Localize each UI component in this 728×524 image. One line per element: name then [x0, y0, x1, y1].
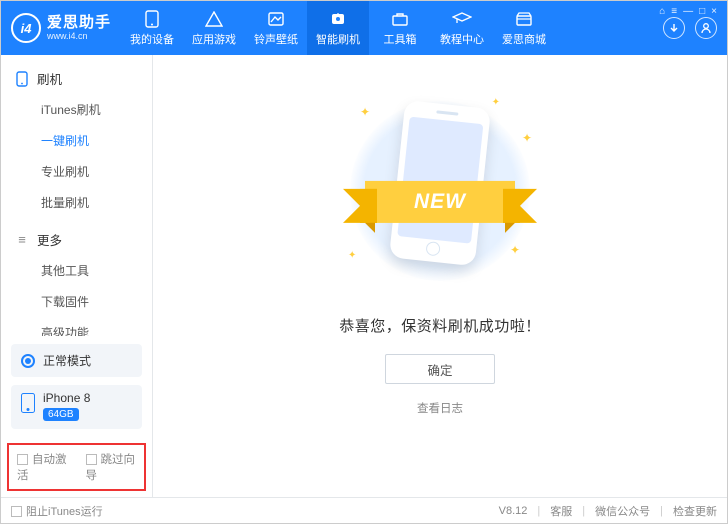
- phone-icon: [15, 72, 29, 86]
- storage-badge: 64GB: [43, 408, 79, 421]
- sidebar-group-more[interactable]: ≡ 更多: [1, 224, 152, 255]
- ribbon-label: NEW: [365, 181, 515, 223]
- wallpaper-icon: [266, 10, 286, 28]
- tab-label: 我的设备: [130, 31, 174, 47]
- max-button[interactable]: □: [699, 6, 705, 17]
- update-link[interactable]: 检查更新: [673, 503, 717, 519]
- device-name: iPhone 8: [43, 391, 90, 405]
- ok-button[interactable]: 确定: [385, 354, 495, 384]
- group-label: 刷机: [37, 69, 62, 88]
- sidebar-item-pro[interactable]: 专业刷机: [1, 156, 152, 187]
- mode-box[interactable]: 正常模式: [11, 344, 142, 377]
- tab-tools[interactable]: 工具箱: [369, 1, 431, 55]
- auto-activate-checkbox[interactable]: 自动激活: [17, 451, 68, 483]
- toolbox-icon: [390, 10, 410, 28]
- success-message: 恭喜您，保资料刷机成功啦！: [339, 315, 541, 336]
- sidebar-item-other[interactable]: 其他工具: [1, 255, 152, 286]
- sidebar-nav: 刷机 iTunes刷机 一键刷机 专业刷机 批量刷机 ≡ 更多 其他工具 下载固…: [1, 55, 152, 336]
- footer-left: 阻止iTunes运行: [11, 503, 103, 519]
- menu-icon[interactable]: ≡: [671, 6, 677, 17]
- tab-wallpaper[interactable]: 铃声壁纸: [245, 1, 307, 55]
- top-tabs: 我的设备 应用游戏 铃声壁纸 智能刷机 工具箱 教程中心: [121, 1, 653, 55]
- brand-text: 爱思助手 www.i4.cn: [47, 14, 111, 42]
- sidebar-item-batch[interactable]: 批量刷机: [1, 187, 152, 218]
- header: i4 爱思助手 www.i4.cn 我的设备 应用游戏 铃声壁纸 智能刷机: [1, 1, 727, 55]
- tab-label: 爱思商城: [502, 31, 546, 47]
- support-link[interactable]: 客服: [550, 503, 572, 519]
- block-itunes-checkbox[interactable]: 阻止iTunes运行: [11, 503, 103, 519]
- device-box[interactable]: iPhone 8 64GB: [11, 385, 142, 429]
- device-icon: [142, 10, 162, 28]
- wechat-link[interactable]: 微信公众号: [595, 503, 650, 519]
- device-phone-icon: [21, 393, 35, 413]
- sidebar-group-flash[interactable]: 刷机: [1, 63, 152, 94]
- main-content: ✦ ✦ ✦ ✦ ✦ NEW 恭喜您，保资料刷机成功啦！ 确定 查看日志: [153, 55, 727, 497]
- tab-tutorial[interactable]: 教程中心: [431, 1, 493, 55]
- tab-apps[interactable]: 应用游戏: [183, 1, 245, 55]
- success-illustration: ✦ ✦ ✦ ✦ ✦ NEW: [330, 91, 550, 291]
- body: 刷机 iTunes刷机 一键刷机 专业刷机 批量刷机 ≡ 更多 其他工具 下载固…: [1, 55, 727, 497]
- sidebar-item-oneclick[interactable]: 一键刷机: [1, 125, 152, 156]
- brand-name: 爱思助手: [47, 14, 111, 31]
- tab-devices[interactable]: 我的设备: [121, 1, 183, 55]
- user-icon[interactable]: [695, 17, 717, 39]
- mall-icon: [514, 10, 534, 28]
- version-label: V8.12: [499, 505, 528, 517]
- group-label: 更多: [37, 230, 62, 249]
- app-window: i4 爱思助手 www.i4.cn 我的设备 应用游戏 铃声壁纸 智能刷机: [0, 0, 728, 524]
- brand-url: www.i4.cn: [47, 31, 111, 41]
- tab-flash[interactable]: 智能刷机: [307, 1, 369, 55]
- min-button[interactable]: —: [683, 6, 693, 17]
- sidebar: 刷机 iTunes刷机 一键刷机 专业刷机 批量刷机 ≡ 更多 其他工具 下载固…: [1, 55, 153, 497]
- tutorial-icon: [452, 10, 472, 28]
- tab-mall[interactable]: 爱思商城: [493, 1, 555, 55]
- tab-label: 智能刷机: [316, 31, 360, 47]
- skip-wizard-checkbox[interactable]: 跳过向导: [86, 451, 137, 483]
- tab-label: 应用游戏: [192, 31, 236, 47]
- download-icon[interactable]: [663, 17, 685, 39]
- tab-label: 工具箱: [384, 31, 417, 47]
- mode-label: 正常模式: [43, 352, 91, 369]
- apps-icon: [204, 10, 224, 28]
- tab-label: 教程中心: [440, 31, 484, 47]
- cart-icon[interactable]: ⌂: [659, 6, 665, 17]
- more-icon: ≡: [15, 233, 29, 247]
- device-text: iPhone 8 64GB: [43, 391, 90, 421]
- close-button[interactable]: ×: [711, 6, 717, 17]
- mode-dot-icon: [21, 354, 35, 368]
- view-log-link[interactable]: 查看日志: [417, 400, 463, 416]
- sidebar-item-firmware[interactable]: 下载固件: [1, 286, 152, 317]
- sidebar-item-itunes[interactable]: iTunes刷机: [1, 94, 152, 125]
- footer: 阻止iTunes运行 V8.12 | 客服 | 微信公众号 | 检查更新: [1, 497, 727, 523]
- footer-right: V8.12 | 客服 | 微信公众号 | 检查更新: [499, 503, 717, 519]
- new-ribbon: NEW: [365, 181, 515, 223]
- tab-label: 铃声壁纸: [254, 31, 298, 47]
- sidebar-item-advanced[interactable]: 高级功能: [1, 317, 152, 336]
- window-controls: ⌂ ≡ — □ ×: [659, 3, 723, 17]
- brand-logo-icon: i4: [11, 13, 41, 43]
- flash-icon: [328, 10, 348, 28]
- options-highlight: 自动激活 跳过向导: [7, 443, 146, 491]
- brand: i4 爱思助手 www.i4.cn: [1, 1, 121, 55]
